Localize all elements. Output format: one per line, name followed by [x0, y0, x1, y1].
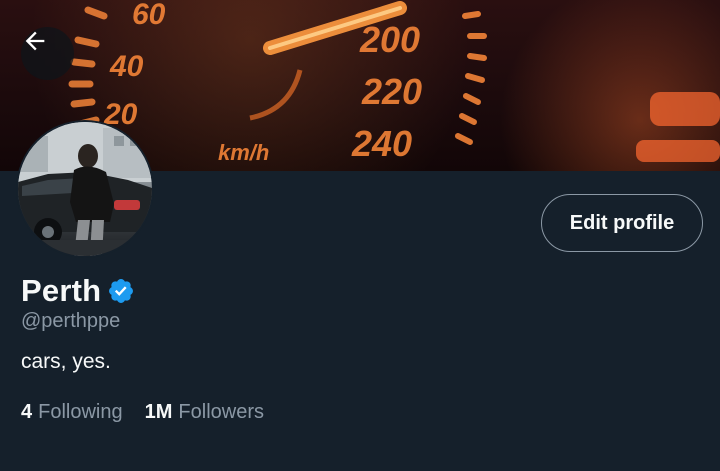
following-count: 4 — [21, 401, 33, 423]
profile-page: 60 40 20 200 220 240 km/h Edit profile P… — [0, 0, 720, 471]
avatar-illustration — [18, 122, 152, 256]
followers-link[interactable]: 1M Followers — [145, 401, 264, 424]
back-button[interactable] — [21, 27, 74, 80]
gauge-label-220: 220 — [361, 71, 422, 112]
verified-badge-icon[interactable] — [107, 277, 135, 305]
gauge-label-40: 40 — [109, 50, 144, 83]
gauge-label-240: 240 — [351, 123, 412, 164]
gauge-label-60: 60 — [132, 0, 166, 31]
profile-stats: 4 Following 1M Followers — [21, 401, 286, 424]
gauge-label-200: 200 — [359, 19, 420, 60]
avatar[interactable] — [16, 120, 154, 258]
display-name: Perth — [21, 273, 102, 308]
profile-bio: cars, yes. — [21, 350, 111, 373]
avatar-photo — [18, 122, 152, 256]
following-link[interactable]: 4 Following — [21, 401, 123, 424]
arrow-left-icon — [25, 31, 45, 51]
profile-name-row: Perth — [21, 270, 135, 312]
followers-label: Followers — [178, 401, 264, 423]
following-label: Following — [38, 401, 123, 423]
followers-count: 1M — [144, 401, 173, 423]
edit-profile-button[interactable]: Edit profile — [541, 194, 703, 252]
gauge-label-unit: km/h — [218, 140, 269, 165]
profile-handle: @perthppe — [21, 310, 121, 332]
